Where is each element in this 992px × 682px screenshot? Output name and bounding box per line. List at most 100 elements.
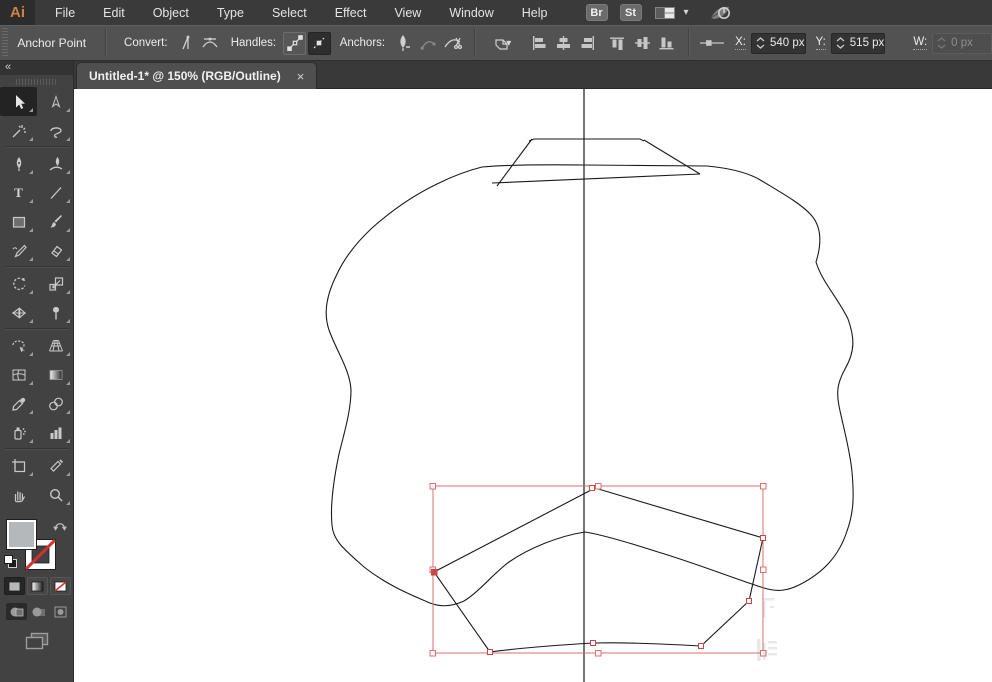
fill-swatch[interactable] (6, 519, 37, 550)
tool-column-graph[interactable] (37, 418, 74, 447)
screen-mode-button[interactable] (22, 629, 52, 653)
y-input[interactable]: 515 px (831, 33, 886, 54)
x-label[interactable]: X: (735, 36, 746, 50)
selection-bounding-box[interactable] (433, 486, 763, 653)
menu-type[interactable]: Type (203, 0, 258, 25)
cut-path-button[interactable] (441, 32, 464, 55)
brushes-panel-button[interactable]: Br (586, 4, 608, 21)
menu-file[interactable]: File (41, 0, 89, 25)
tool-rectangle[interactable] (0, 207, 37, 236)
convert-to-corner-button[interactable] (175, 32, 198, 55)
y-label[interactable]: Y: (816, 36, 826, 50)
x-value[interactable]: 540 px (770, 37, 805, 49)
tool-direct-selection[interactable] (37, 87, 74, 116)
workspace-chevron-down-icon[interactable]: ▾ (684, 7, 689, 18)
x-input[interactable]: 540 px (751, 33, 806, 54)
convert-to-smooth-button[interactable] (199, 32, 222, 55)
path-anchor-points[interactable] (488, 486, 766, 655)
draw-behind-mode-button[interactable] (28, 603, 49, 620)
align-horizontal-right-button[interactable] (577, 32, 600, 55)
tool-magic-wand[interactable] (0, 116, 37, 145)
align-horizontal-center-button[interactable] (552, 32, 575, 55)
tool-mesh[interactable] (0, 360, 37, 389)
chevron-down-icon: ▾ (506, 38, 511, 49)
w-stepper (933, 37, 947, 49)
tool-line-segment[interactable] (37, 178, 74, 207)
control-bar-grip[interactable] (2, 28, 8, 58)
tool-shape-builder[interactable] (0, 331, 37, 360)
menu-edit[interactable]: Edit (89, 0, 139, 25)
tool-selection[interactable] (0, 87, 37, 116)
gradient-mode-button[interactable] (27, 577, 48, 595)
selected-anchor-point[interactable] (432, 570, 438, 576)
tool-curvature[interactable] (37, 149, 74, 178)
color-mode-button[interactable] (4, 577, 25, 595)
collapse-panel-icon[interactable]: « (5, 61, 12, 73)
menu-view[interactable]: View (380, 0, 435, 25)
connect-anchors-button[interactable] (417, 32, 440, 55)
tool-free-transform[interactable] (37, 298, 74, 327)
graphic-styles-panel-button[interactable]: St (620, 4, 642, 21)
y-stepper[interactable] (832, 37, 846, 49)
anchors-label: Anchors: (340, 37, 385, 49)
menu-effect[interactable]: Effect (321, 0, 381, 25)
w-label[interactable]: W: (913, 36, 927, 50)
menu-select[interactable]: Select (258, 0, 321, 25)
tool-slice[interactable] (37, 451, 74, 480)
show-handles-button[interactable] (283, 32, 306, 55)
tool-gradient[interactable] (37, 360, 74, 389)
swap-fill-stroke-icon[interactable] (52, 518, 68, 537)
tools-panel: « T (0, 61, 74, 682)
align-vertical-center-button[interactable] (631, 32, 654, 55)
default-fill-stroke-icon[interactable] (4, 555, 17, 573)
y-value[interactable]: 515 px (850, 37, 885, 49)
tool-lasso[interactable] (37, 116, 74, 145)
menu-window[interactable]: Window (435, 0, 507, 25)
selection-handles[interactable] (430, 484, 766, 657)
hide-handles-button[interactable] (308, 32, 331, 55)
color-controls (0, 513, 74, 682)
w-value: 0 px (951, 37, 973, 49)
tool-symbol-sprayer[interactable] (0, 418, 37, 447)
workspace-switcher-icon[interactable] (654, 6, 676, 20)
draw-normal-mode-button[interactable] (6, 603, 27, 620)
gpu-performance-rocket-icon[interactable] (709, 4, 733, 22)
tool-artboard[interactable] (0, 451, 37, 480)
tab-close-icon[interactable]: × (297, 70, 305, 83)
separator (474, 29, 476, 57)
tool-eyedropper[interactable] (0, 389, 37, 418)
tool-shaper-pencil[interactable] (0, 236, 37, 265)
tools-panel-grip[interactable] (16, 79, 58, 85)
document-tab[interactable]: Untitled-1* @ 150% (RGB/Outline) × (76, 62, 317, 89)
remove-anchor-pen-button[interactable] (392, 32, 415, 55)
selected-collar-path[interactable] (434, 488, 763, 652)
tool-group-divider (5, 328, 69, 330)
tool-rotate[interactable] (0, 269, 37, 298)
align-vertical-top-button[interactable] (606, 32, 629, 55)
tool-pen[interactable] (0, 149, 37, 178)
artboard-canvas[interactable] (74, 89, 992, 682)
tool-type[interactable]: T (0, 178, 37, 207)
separator (688, 29, 690, 57)
align-to-selection-dropdown[interactable]: ▾ (486, 32, 519, 55)
tool-width[interactable] (0, 298, 37, 327)
tool-blend[interactable] (37, 389, 74, 418)
tool-eraser[interactable] (37, 236, 74, 265)
menu-help[interactable]: Help (508, 0, 562, 25)
none-mode-button[interactable] (50, 577, 71, 595)
x-stepper[interactable] (752, 37, 766, 49)
align-vertical-bottom-button[interactable] (656, 32, 679, 55)
draw-inside-mode-button[interactable] (50, 603, 71, 620)
tool-hand[interactable] (0, 480, 37, 509)
tool-perspective-grid[interactable] (37, 331, 74, 360)
head-outline-path[interactable] (326, 165, 853, 606)
tool-zoom[interactable] (37, 480, 74, 509)
tool-scale[interactable] (37, 269, 74, 298)
menu-object[interactable]: Object (139, 0, 203, 25)
hat-outline[interactable] (492, 139, 700, 186)
align-horizontal-left-button[interactable] (527, 32, 550, 55)
handles-label: Handles: (231, 37, 276, 49)
tool-paintbrush[interactable] (37, 207, 74, 236)
document-tab-title: Untitled-1* @ 150% (RGB/Outline) (89, 69, 281, 83)
menu-bar: Ai File Edit Object Type Select Effect V… (0, 0, 992, 25)
